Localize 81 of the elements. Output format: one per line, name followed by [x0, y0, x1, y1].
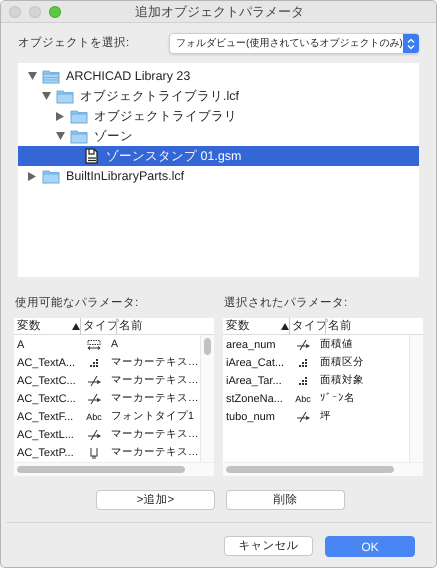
tree-item[interactable]: BuiltInLibraryParts.lcf — [18, 166, 419, 186]
tree-item[interactable]: オブジェクトライブラリ.lcf — [18, 86, 419, 106]
object-file-icon — [84, 148, 100, 164]
close-button[interactable] — [9, 6, 21, 18]
dimension-icon — [87, 340, 101, 350]
table-cell-text: 面積区分 — [320, 355, 364, 370]
table-cell-text: AC_TextP... — [16, 446, 75, 461]
panel-label: 使用可能なパラメータ: — [15, 296, 140, 311]
table-cell-text: 坪 — [320, 409, 331, 424]
table-cell-text: マーカーテキス… — [111, 355, 198, 370]
expanded-arrow-icon[interactable] — [56, 132, 64, 140]
tree-item-label: オブジェクトライブラリ.lcf — [80, 88, 239, 105]
dot-grid-icon — [298, 358, 308, 368]
column-header[interactable]: 変数 — [14, 318, 72, 335]
expanded-arrow-icon[interactable] — [42, 92, 50, 100]
table-cell-text: マーカーテキス… — [111, 373, 198, 388]
tree-item-label: ARCHICAD Library 23 — [66, 68, 190, 85]
remove-button[interactable]: 削除 — [226, 490, 345, 510]
tree-item-label: BuiltInLibraryParts.lcf — [66, 168, 184, 185]
sort-ascending-icon — [281, 322, 289, 330]
angle-icon — [295, 339, 311, 352]
zoom-button[interactable] — [49, 6, 61, 18]
folder-icon — [42, 68, 60, 84]
tree-item[interactable]: ゾーンスタンプ 01.gsm — [18, 146, 419, 166]
dot-grid-icon — [298, 376, 308, 386]
folder-icon — [56, 88, 74, 104]
scroll-thumb[interactable] — [204, 338, 211, 356]
view-dropdown[interactable]: フォルダビュー(使用されているオブジェクトのみ) — [169, 33, 419, 54]
table-cell-text: stZoneNa... — [225, 392, 284, 407]
table-cell-text: マーカーテキス… — [111, 445, 198, 460]
text-type-label: Abc — [86, 410, 102, 424]
ok-button[interactable]: OK — [325, 536, 415, 558]
angle-icon — [86, 429, 102, 442]
tree-item[interactable]: ゾーン — [18, 126, 419, 146]
table-cell-text: iArea_Tar... — [225, 374, 283, 389]
horizontal-scrollbar[interactable] — [17, 466, 185, 474]
table-cell-text: AC_TextA... — [16, 356, 76, 371]
folder-icon — [70, 108, 88, 124]
window-title: 追加オブジェクトパラメータ — [134, 2, 305, 21]
vertical-scrollbar[interactable] — [409, 335, 423, 462]
tree-item[interactable]: ARCHICAD Library 23 — [18, 66, 419, 86]
table-cell-text: AC_TextC... — [16, 374, 77, 389]
table-cell-text: マーカーテキス… — [111, 391, 198, 406]
text-type-label: Abc — [295, 392, 311, 406]
angle-icon — [86, 375, 102, 388]
expanded-arrow-icon[interactable] — [28, 72, 36, 80]
tree-item[interactable]: オブジェクトライブラリ — [18, 106, 419, 126]
dot-grid-icon — [89, 358, 99, 368]
table-cell-text: AC_TextL... — [16, 428, 75, 443]
angle-icon — [86, 393, 102, 406]
tree-item-label: ゾーンスタンプ 01.gsm — [106, 148, 242, 165]
tree-item-label: ゾーン — [94, 128, 133, 145]
angle-icon — [295, 411, 311, 424]
add-button[interactable]: >追加> — [96, 490, 215, 510]
cancel-button[interactable]: キャンセル — [224, 536, 313, 556]
collapsed-arrow-icon[interactable] — [28, 172, 36, 180]
collapsed-arrow-icon[interactable] — [56, 112, 64, 120]
horizontal-scrollbar[interactable] — [226, 466, 394, 474]
table-cell-text: 面積値 — [320, 337, 353, 352]
vertical-scrollbar[interactable] — [200, 335, 214, 462]
table-cell-text: AC_TextF... — [16, 410, 74, 425]
table-cell-text: ｿﾞｰﾝ名 — [320, 391, 355, 406]
tree-item-label: オブジェクトライブラリ — [94, 108, 237, 125]
folder-icon — [42, 168, 60, 184]
table-cell-text: フォントタイプ1 — [111, 409, 194, 424]
table-cell-text: AC_TextC... — [16, 392, 77, 407]
table-cell-text: iArea_Cat... — [225, 356, 286, 371]
stepper-icon — [402, 34, 419, 53]
table-cell-text: area_num — [225, 338, 277, 353]
table-cell-text: A — [111, 337, 118, 352]
select-label: オブジェクトを選択: — [18, 36, 130, 51]
column-header[interactable]: 変数 — [223, 318, 281, 335]
sort-ascending-icon — [72, 322, 80, 330]
table-cell-text: tubo_num — [225, 410, 276, 425]
table-cell-text: 面積対象 — [320, 373, 364, 388]
pen-icon — [90, 448, 98, 459]
table-cell-text: マーカーテキス… — [111, 427, 198, 442]
panel-label: 選択されたパラメータ: — [224, 296, 348, 311]
table-cell-text: A — [16, 338, 26, 353]
folder-icon — [70, 128, 88, 144]
minimize-button[interactable] — [29, 6, 41, 18]
